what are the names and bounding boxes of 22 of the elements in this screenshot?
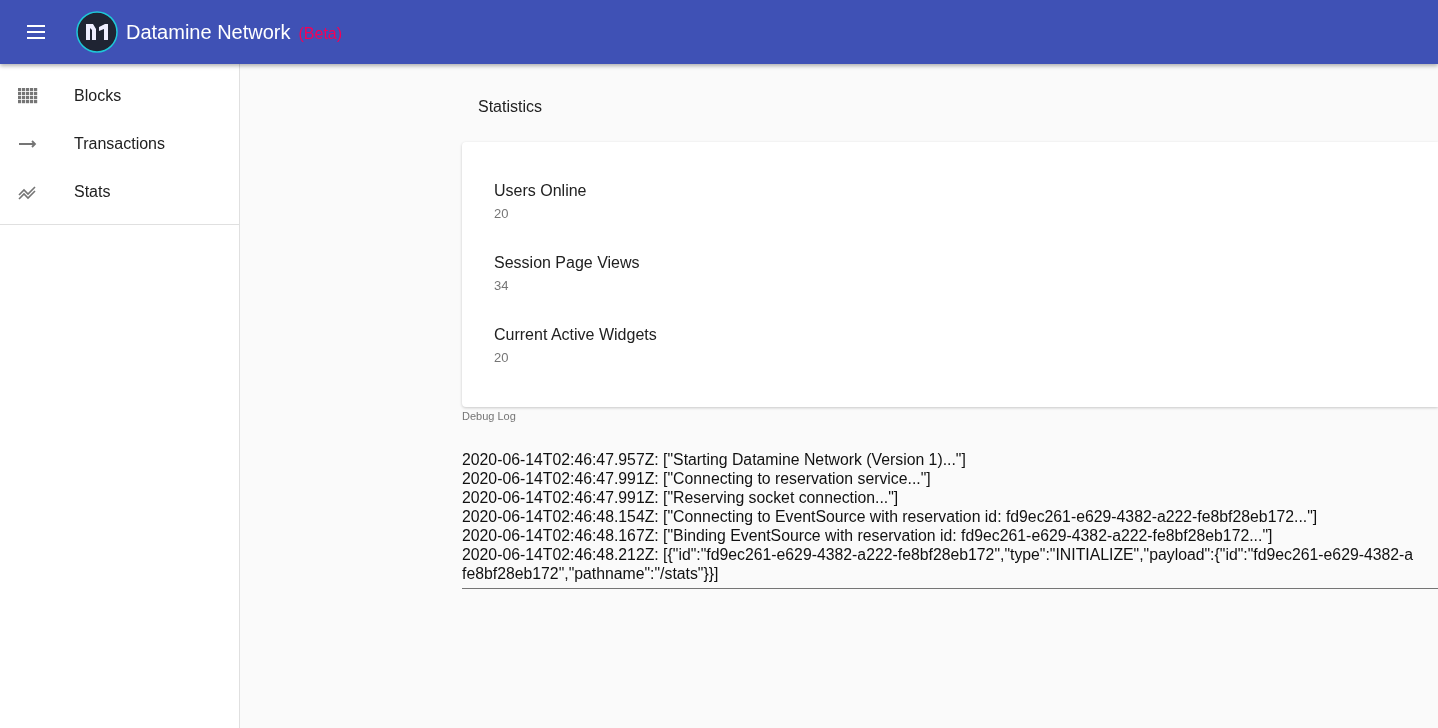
- log-line: 2020-06-14T02:46:47.957Z: ["Starting Datamine Network (Version 1)..."]: [462, 450, 966, 469]
- log-line: 2020-06-14T02:46:47.991Z: ["Reserving socket connection..."]: [462, 488, 899, 507]
- metric-label: Session Page Views: [494, 254, 641, 272]
- metric-value: 34: [494, 278, 510, 293]
- debug-log-label: Debug Log: [462, 410, 517, 422]
- beta-label: (Beta): [298, 25, 343, 43]
- metric-label: Current Active Widgets: [494, 326, 658, 344]
- logo-icon: [76, 11, 118, 53]
- grid-icon: [18, 86, 38, 106]
- sidebar-item[interactable]: Transactions: [0, 120, 239, 168]
- log-line: 2020-06-14T02:46:47.991Z: ["Connecting to reservation service..."]: [462, 469, 931, 488]
- log-line: 2020-06-14T02:46:48.212Z: [{"id":"fd9ec261-e629-4382-a222-fe8bf28eb172","type":"INITIALIZE","payload":{"id":"fd9ec261-e629-4382-a: [462, 545, 1414, 564]
- metric-label: Users Online: [494, 182, 588, 200]
- sidebar-item[interactable]: Blocks: [0, 72, 239, 120]
- metric-value: 20: [494, 206, 510, 221]
- sidebar-item[interactable]: Stats: [0, 168, 239, 216]
- app-title: Datamine Network: [126, 20, 291, 44]
- metric-value: 20: [494, 350, 510, 365]
- log-line: 2020-06-14T02:46:48.167Z: ["Binding EventSource with reservation id: fd9ec261-e629-4382-a222-fe8bf28eb172..."]: [462, 526, 1273, 545]
- log-line: fe8bf28eb172","pathname":"/stats"}}]: [462, 564, 719, 583]
- section-heading: Statistics: [477, 97, 543, 117]
- log-line: 2020-06-14T02:46:48.154Z: ["Connecting to EventSource with reservation id: fd9ec261-e629-4382-a222-fe8bf28eb172..."]: [462, 507, 1318, 526]
